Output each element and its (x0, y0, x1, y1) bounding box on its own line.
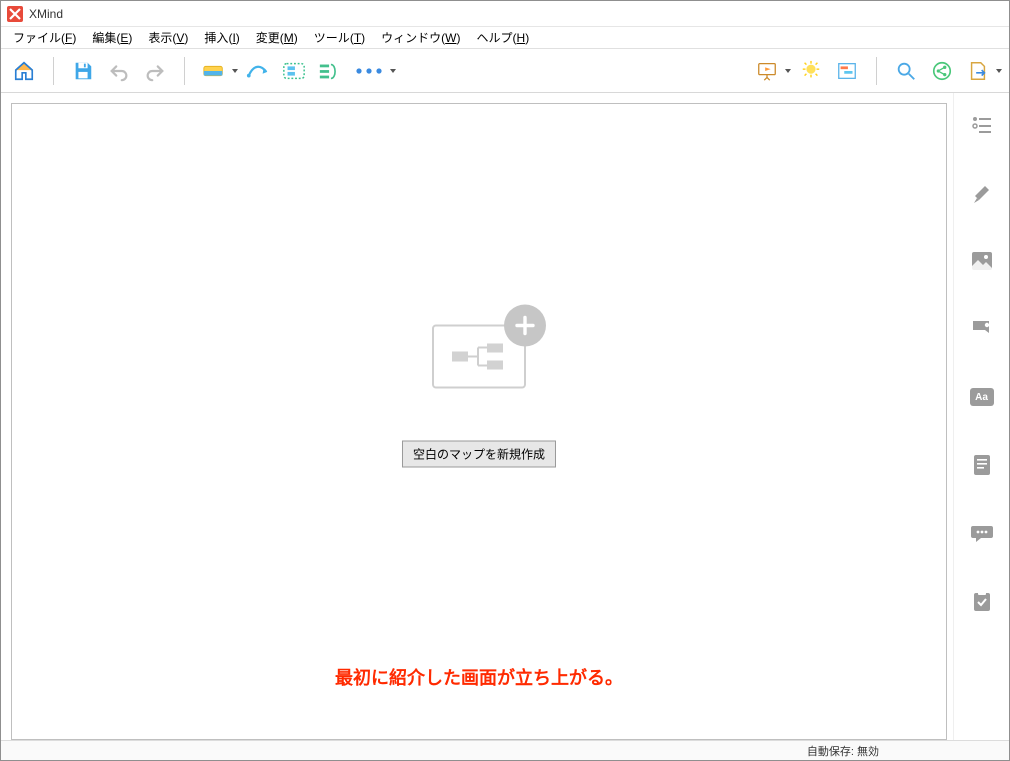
save-button[interactable] (66, 54, 100, 88)
menu-tools[interactable]: ツール(T) (306, 27, 373, 48)
more-dropdown[interactable] (389, 67, 397, 75)
menu-bar: ファイル(F) 編集(E) 表示(V) 挿入(I) 変更(M) ツール(T) ウ… (1, 27, 1009, 49)
toolbar-separator (876, 57, 877, 85)
annotation-text: 最初に紹介した画面が立ち上がる。 (335, 664, 623, 690)
task-panel-button[interactable] (968, 587, 996, 615)
app-icon (7, 6, 23, 22)
topic-button[interactable] (197, 54, 231, 88)
boundary-button[interactable] (277, 54, 311, 88)
comments-panel-button[interactable] (968, 519, 996, 547)
autosave-status: 自動保存: 無効 (807, 743, 879, 759)
menu-insert[interactable]: 挿入(I) (196, 27, 247, 48)
export-button[interactable] (961, 54, 995, 88)
relationship-button[interactable] (241, 54, 275, 88)
plus-icon (504, 305, 546, 347)
menu-modify[interactable]: 変更(M) (248, 27, 306, 48)
gantt-button[interactable] (830, 54, 864, 88)
menu-file[interactable]: ファイル(F) (5, 27, 84, 48)
more-button[interactable] (349, 54, 389, 88)
presentation-dropdown[interactable] (784, 67, 792, 75)
canvas-area[interactable]: 空白のマップを新規作成 最初に紹介した画面が立ち上がる。 (11, 103, 947, 740)
menu-view[interactable]: 表示(V) (140, 27, 196, 48)
menu-help[interactable]: ヘルプ(H) (469, 27, 538, 48)
new-map-icon (432, 325, 526, 389)
window-title: XMind (29, 7, 63, 21)
toolbar-separator (53, 57, 54, 85)
home-button[interactable] (7, 54, 41, 88)
marker-panel-button[interactable] (968, 315, 996, 343)
image-panel-button[interactable] (968, 247, 996, 275)
right-panel: Aa (953, 93, 1009, 740)
toolbar-separator (184, 57, 185, 85)
menu-window[interactable]: ウィンドウ(W) (373, 27, 468, 48)
export-dropdown[interactable] (995, 67, 1003, 75)
menu-edit[interactable]: 編集(E) (84, 27, 140, 48)
topic-dropdown[interactable] (231, 67, 239, 75)
undo-button[interactable] (102, 54, 136, 88)
toolbar (1, 49, 1009, 93)
status-bar: 自動保存: 無効 (1, 740, 1009, 760)
text-panel-button[interactable]: Aa (968, 383, 996, 411)
redo-button[interactable] (138, 54, 172, 88)
format-panel-button[interactable] (968, 179, 996, 207)
outline-panel-button[interactable] (968, 111, 996, 139)
presentation-button[interactable] (750, 54, 784, 88)
summary-button[interactable] (313, 54, 347, 88)
notes-panel-button[interactable] (968, 451, 996, 479)
brainstorm-button[interactable] (794, 54, 828, 88)
search-button[interactable] (889, 54, 923, 88)
new-blank-map-button[interactable]: 空白のマップを新規作成 (402, 441, 556, 468)
share-button[interactable] (925, 54, 959, 88)
